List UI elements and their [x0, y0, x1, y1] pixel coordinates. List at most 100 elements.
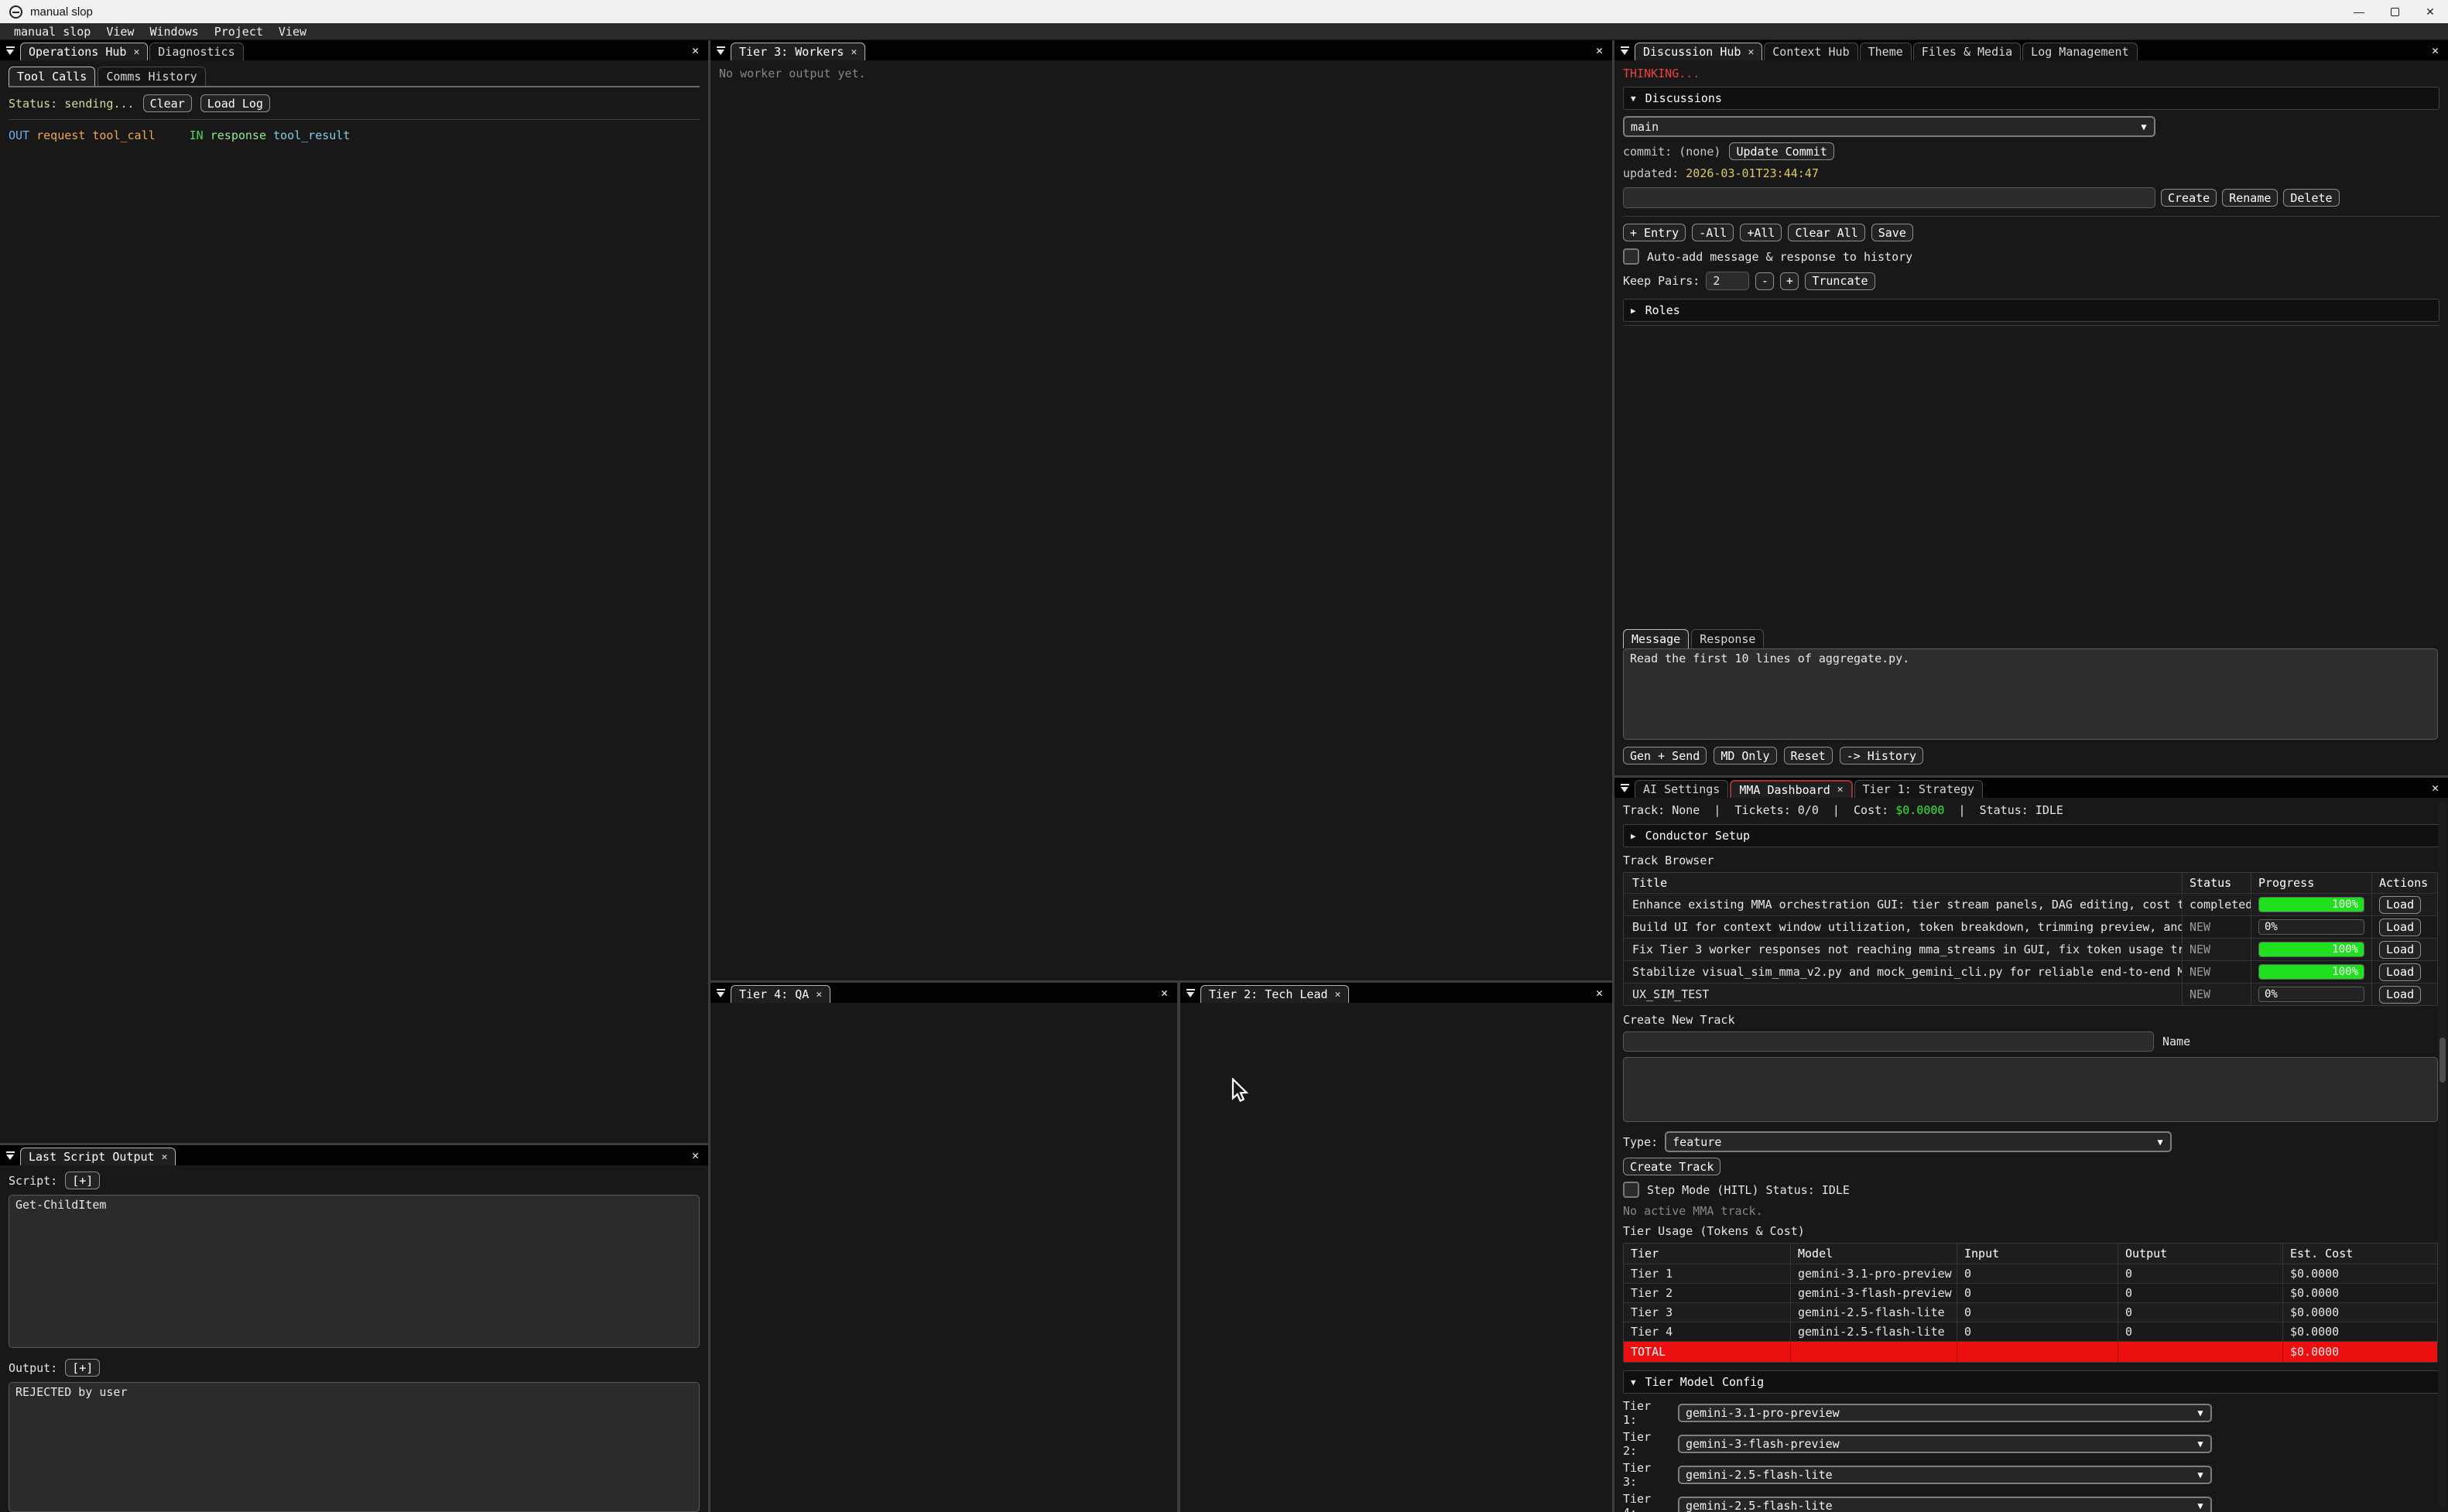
menu-view-2[interactable]: View [271, 25, 314, 39]
reset-button[interactable]: Reset [1784, 747, 1833, 765]
tab-mma-dashboard[interactable]: MMA Dashboard ✕ [1730, 780, 1852, 798]
tab-files-media[interactable]: Files & Media [1913, 43, 2021, 60]
dock-separator-vertical[interactable] [1177, 983, 1180, 1512]
load-log-button[interactable]: Load Log [200, 94, 270, 112]
roles-header[interactable]: ▶ Roles [1623, 299, 2439, 322]
track-row[interactable]: Stabilize visual_sim_mma_v2.py and mock_… [1624, 960, 2437, 983]
menu-view[interactable]: View [98, 25, 142, 39]
create-discussion-button[interactable]: Create [2161, 189, 2217, 207]
track-description-textarea[interactable] [1623, 1057, 2438, 1122]
load-track-button[interactable]: Load [2379, 986, 2421, 1004]
track-type-select[interactable]: feature ▼ [1665, 1131, 2172, 1152]
tab-close-icon[interactable]: ✕ [1335, 989, 1341, 1001]
keep-pairs-decrement-button[interactable]: - [1755, 272, 1774, 290]
dock-separator-horizontal[interactable] [710, 980, 1612, 983]
load-track-button[interactable]: Load [2379, 963, 2421, 981]
delete-discussion-button[interactable]: Delete [2283, 189, 2339, 207]
scrollbar-thumb[interactable] [2439, 1038, 2446, 1083]
clear-button[interactable]: Clear [143, 94, 192, 112]
output-textarea[interactable]: REJECTED by user [9, 1382, 700, 1512]
discussions-header[interactable]: ▼ Discussions [1623, 87, 2439, 110]
tab-context-hub[interactable]: Context Hub [1764, 43, 1857, 60]
menu-windows[interactable]: Windows [142, 25, 206, 39]
dock-separator-horizontal[interactable] [0, 1143, 708, 1145]
tier1-model-select[interactable]: gemini-3.1-pro-preview ▼ [1678, 1404, 2212, 1422]
create-track-button[interactable]: Create Track [1623, 1158, 1720, 1175]
tab-tier3-workers[interactable]: Tier 3: Workers ✕ [731, 43, 865, 60]
tab-close-icon[interactable]: ✕ [816, 989, 822, 1001]
track-row[interactable]: UX_SIM_TEST NEW 0% Load [1624, 983, 2437, 1005]
tab-tier2-techlead[interactable]: Tier 2: Tech Lead ✕ [1200, 985, 1349, 1003]
clear-all-button[interactable]: Clear All [1788, 224, 1864, 241]
tab-tier1-strategy[interactable]: Tier 1: Strategy [1854, 780, 1984, 798]
close-button[interactable]: ✕ [2412, 0, 2448, 23]
load-track-button[interactable]: Load [2379, 896, 2421, 914]
save-button[interactable]: Save [1871, 224, 1913, 241]
tab-discussion-hub[interactable]: Discussion Hub ✕ [1635, 43, 1762, 60]
window-collapse-icon[interactable] [710, 983, 731, 1003]
menu-project[interactable]: Project [207, 25, 271, 39]
tab-ai-settings[interactable]: AI Settings [1635, 780, 1728, 798]
discussion-name-input[interactable] [1623, 187, 2155, 208]
truncate-button[interactable]: Truncate [1805, 272, 1875, 290]
dock-close-icon[interactable]: ✕ [692, 43, 699, 57]
tab-message[interactable]: Message [1623, 629, 1689, 648]
tab-theme[interactable]: Theme [1860, 43, 1912, 60]
output-expand-button[interactable]: [+] [65, 1359, 100, 1377]
tool-call-log-line[interactable]: OUT request tool_call IN response tool_r… [9, 128, 700, 142]
keep-pairs-input[interactable] [1706, 272, 1749, 290]
tab-close-icon[interactable]: ✕ [1748, 46, 1754, 58]
window-collapse-icon[interactable] [1614, 778, 1635, 798]
md-only-button[interactable]: MD Only [1714, 747, 1776, 765]
minus-all-button[interactable]: -All [1692, 224, 1734, 241]
minimize-button[interactable]: — [2341, 0, 2377, 23]
window-collapse-icon[interactable] [1180, 983, 1200, 1003]
script-textarea[interactable]: Get-ChildItem [9, 1195, 700, 1348]
tab-log-management[interactable]: Log Management [2022, 43, 2137, 60]
window-collapse-icon[interactable] [1614, 40, 1635, 60]
autoadd-checkbox[interactable] [1623, 248, 1639, 265]
dock-close-icon[interactable]: ✕ [692, 1148, 699, 1162]
tab-close-icon[interactable]: ✕ [133, 46, 139, 58]
plus-all-button[interactable]: +All [1740, 224, 1782, 241]
tab-close-icon[interactable]: ✕ [162, 1151, 168, 1163]
tier2-model-select[interactable]: gemini-3-flash-preview ▼ [1678, 1435, 2212, 1453]
track-row[interactable]: Build UI for context window utilization,… [1624, 915, 2437, 938]
window-collapse-icon[interactable] [0, 40, 20, 60]
step-mode-checkbox[interactable] [1623, 1182, 1639, 1198]
rename-discussion-button[interactable]: Rename [2222, 189, 2278, 207]
scrollbar[interactable] [2439, 799, 2446, 1510]
add-entry-button[interactable]: + Entry [1623, 224, 1686, 241]
tab-operations-hub[interactable]: Operations Hub ✕ [20, 43, 148, 60]
load-track-button[interactable]: Load [2379, 941, 2421, 959]
dock-close-icon[interactable]: ✕ [1596, 43, 1603, 57]
track-row[interactable]: Enhance existing MMA orchestration GUI: … [1624, 893, 2437, 915]
dock-separator-vertical[interactable] [708, 40, 710, 1512]
discussion-select[interactable]: main ▼ [1623, 116, 2155, 137]
maximize-button[interactable] [2377, 0, 2412, 23]
tier3-model-select[interactable]: gemini-2.5-flash-lite ▼ [1678, 1466, 2212, 1484]
dock-close-icon[interactable]: ✕ [2432, 781, 2439, 795]
load-track-button[interactable]: Load [2379, 918, 2421, 936]
dock-separator-horizontal[interactable] [1614, 775, 2448, 778]
message-textarea[interactable]: Read the first 10 lines of aggregate.py. [1623, 648, 2438, 740]
window-collapse-icon[interactable] [0, 1145, 20, 1165]
menu-manual-slop[interactable]: manual slop [6, 25, 98, 39]
tab-tool-calls[interactable]: Tool Calls [9, 67, 95, 86]
gen-send-button[interactable]: Gen + Send [1623, 747, 1707, 765]
dock-close-icon[interactable]: ✕ [2432, 43, 2439, 57]
tier-model-config-header[interactable]: ▼ Tier Model Config [1623, 1370, 2439, 1394]
track-row[interactable]: Fix Tier 3 worker responses not reaching… [1624, 938, 2437, 960]
tab-response[interactable]: Response [1691, 629, 1764, 648]
tier4-model-select[interactable]: gemini-2.5-flash-lite ▼ [1678, 1497, 2212, 1512]
tab-tier4-qa[interactable]: Tier 4: QA ✕ [731, 985, 830, 1003]
tab-last-script-output[interactable]: Last Script Output ✕ [20, 1148, 176, 1165]
dock-close-icon[interactable]: ✕ [1596, 986, 1603, 1000]
tab-comms-history[interactable]: Comms History [98, 67, 205, 86]
tab-close-icon[interactable]: ✕ [851, 46, 857, 58]
history-button[interactable]: -> History [1840, 747, 1923, 765]
script-expand-button[interactable]: [+] [65, 1172, 100, 1189]
tab-diagnostics[interactable]: Diagnostics [149, 43, 243, 60]
keep-pairs-increment-button[interactable]: + [1780, 272, 1799, 290]
track-name-input[interactable] [1623, 1031, 2154, 1052]
